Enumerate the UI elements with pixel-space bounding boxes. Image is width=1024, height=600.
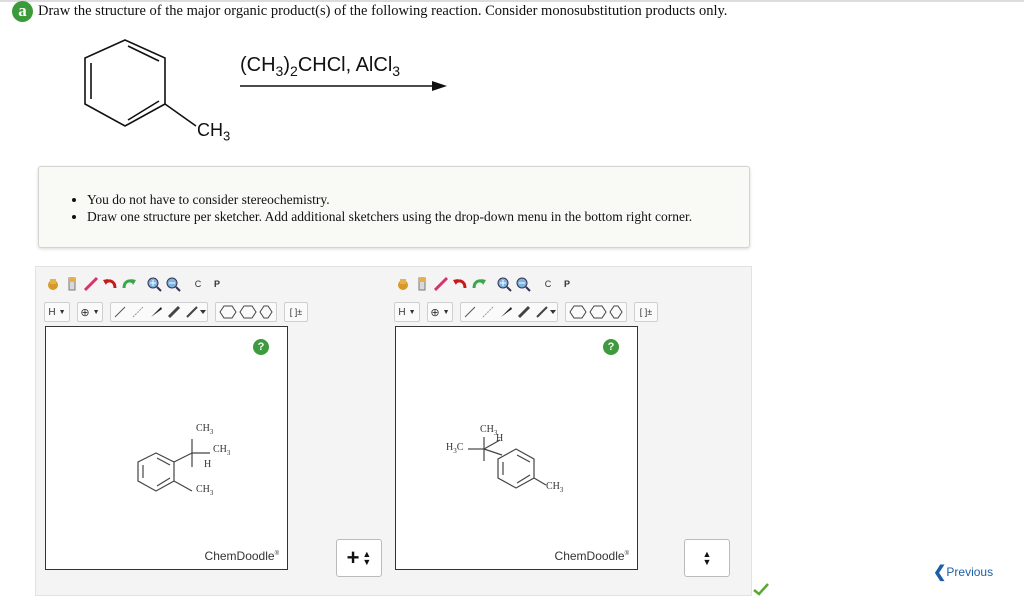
methyl-label: CH3: [213, 444, 231, 457]
charge-dropdown[interactable]: ⊕ ▼: [77, 302, 103, 322]
redo-icon[interactable]: [470, 274, 488, 294]
toluene-structure: [84, 39, 197, 127]
hydrogen-label: H: [496, 433, 504, 444]
check-icon: [753, 583, 769, 596]
sketcher-menu-button[interactable]: ▲▼: [684, 539, 730, 577]
undo-icon[interactable]: [101, 274, 119, 294]
eraser-tall-icon[interactable]: [63, 274, 81, 294]
instruction-item: You do not have to consider stereochemis…: [87, 191, 692, 208]
chemdoodle-brand: ChemDoodle®: [204, 549, 279, 563]
hand-icon[interactable]: [44, 274, 62, 294]
zoom-in-icon[interactable]: [145, 274, 163, 294]
methyl-label: H3C: [446, 442, 464, 455]
bond-tools[interactable]: [110, 302, 208, 322]
zoom-in-icon[interactable]: [495, 274, 513, 294]
benzene-ring: [84, 39, 166, 127]
ring-tools[interactable]: [215, 302, 277, 322]
previous-button[interactable]: ❮Previous: [933, 562, 993, 582]
sketcher-canvas[interactable]: ? CH3 CH3 H CH3 ChemDoodle®: [45, 326, 288, 570]
methyl-label: CH3: [196, 423, 214, 436]
instructions-panel: You do not have to consider stereochemis…: [38, 166, 750, 248]
brackets-tool[interactable]: [ ]±: [634, 302, 658, 322]
top-divider: [0, 0, 1024, 2]
eraser-tall-icon[interactable]: [413, 274, 431, 294]
pencil-icon[interactable]: [82, 274, 100, 294]
redo-icon[interactable]: [120, 274, 138, 294]
zoom-out-icon[interactable]: [514, 274, 532, 294]
paste-icon[interactable]: P: [208, 274, 226, 294]
sketcher-toolbar: C P H ▼ ⊕ ▼ [ ]±: [394, 273, 664, 329]
instruction-item: Draw one structure per sketcher. Add add…: [87, 208, 692, 225]
bond-tools[interactable]: [460, 302, 558, 322]
undo-icon[interactable]: [451, 274, 469, 294]
zoom-out-icon[interactable]: [164, 274, 182, 294]
clean-icon[interactable]: C: [539, 274, 557, 294]
question-text: Draw the structure of the major organic …: [38, 3, 728, 19]
brackets-tool[interactable]: [ ]±: [284, 302, 308, 322]
question-part-badge: a: [12, 1, 33, 22]
clean-icon[interactable]: C: [189, 274, 207, 294]
methyl-label: CH3: [480, 424, 498, 437]
add-sketcher-button[interactable]: + ▲▼: [336, 539, 382, 577]
sketcher-canvas[interactable]: ? CH3 H H3C CH3 ChemDoodle®: [395, 326, 638, 570]
ring-tools[interactable]: [565, 302, 627, 322]
ortho-product-structure: [137, 439, 210, 492]
chevron-left-icon: ❮: [933, 564, 947, 581]
chemdoodle-brand: ChemDoodle®: [554, 549, 629, 563]
hydrogen-label: H: [204, 459, 212, 470]
pencil-icon[interactable]: [432, 274, 450, 294]
methyl-label: CH3: [546, 481, 564, 494]
hand-icon[interactable]: [394, 274, 412, 294]
para-product-structure: [468, 437, 547, 489]
reagent-label: (CH3)2CHCl, AlCl3: [240, 54, 401, 79]
paste-icon[interactable]: P: [558, 274, 576, 294]
methyl-bond: [164, 103, 197, 127]
element-dropdown[interactable]: H ▼: [394, 302, 420, 322]
sketcher-area: C P H ▼ ⊕ ▼ [ ]± ? CH3 CH3 H CH3 ChemDoo…: [35, 266, 752, 596]
element-dropdown[interactable]: H ▼: [44, 302, 70, 322]
sketcher-toolbar: C P H ▼ ⊕ ▼ [ ]±: [44, 273, 314, 329]
methyl-label: CH3: [197, 120, 231, 144]
reaction-arrow: [240, 81, 447, 91]
methyl-label: CH3: [196, 484, 214, 497]
charge-dropdown[interactable]: ⊕ ▼: [427, 302, 453, 322]
